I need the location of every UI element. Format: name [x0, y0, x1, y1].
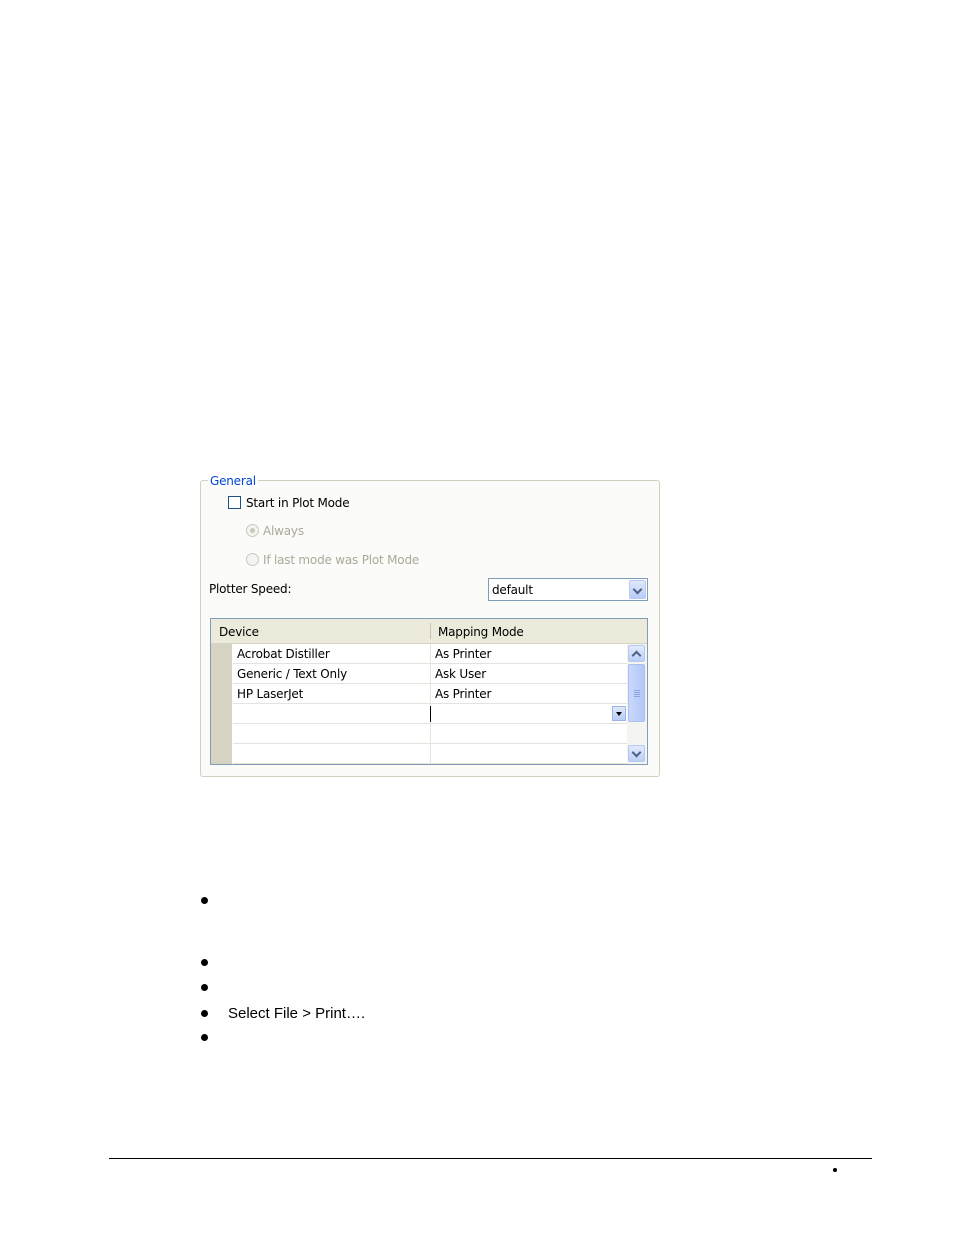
if-last-mode-label: If last mode was Plot Mode [263, 553, 420, 567]
cell-divider [430, 684, 431, 704]
table-row[interactable] [233, 704, 627, 724]
footer-dot [833, 1168, 837, 1172]
grip-line [634, 692, 640, 693]
device-cell[interactable]: HP LaserJet [237, 687, 303, 701]
vertical-scrollbar[interactable] [627, 644, 647, 764]
bullet-marker [201, 959, 208, 966]
general-group-legend: General [208, 474, 258, 488]
table-row[interactable] [233, 724, 627, 744]
bullet-text-select-print: Select File > Print…. [228, 1005, 366, 1022]
cell-divider [430, 664, 431, 684]
table-row[interactable] [233, 744, 627, 764]
mapping-mode-cell[interactable]: Ask User [435, 667, 486, 681]
chevron-down-icon [631, 747, 642, 758]
scroll-down-button[interactable] [628, 745, 645, 762]
bullet-marker [201, 1034, 208, 1041]
grid-header: Device Mapping Mode [211, 619, 647, 644]
if-last-mode-radio[interactable] [246, 553, 259, 566]
device-cell[interactable]: Generic / Text Only [237, 667, 347, 681]
plotter-speed-select[interactable]: default [488, 578, 648, 601]
plotter-speed-label: Plotter Speed: [209, 582, 292, 596]
scroll-thumb[interactable] [628, 664, 645, 722]
cell-divider [430, 644, 431, 664]
column-header-device[interactable]: Device [219, 625, 259, 639]
mapping-mode-dropdown-button[interactable] [612, 706, 626, 721]
grip-line [634, 696, 640, 697]
row-header-column [211, 644, 232, 764]
bullet-marker [201, 1010, 208, 1017]
column-header-mapping-mode[interactable]: Mapping Mode [438, 625, 524, 639]
grip-line [634, 690, 640, 691]
device-cell[interactable]: Acrobat Distiller [237, 647, 330, 661]
bullet-marker [201, 897, 208, 904]
cell-divider [430, 724, 431, 744]
grip-line [634, 694, 640, 695]
dropdown-button[interactable] [629, 580, 646, 599]
start-plot-mode-checkbox[interactable] [228, 496, 241, 509]
always-label: Always [263, 524, 304, 538]
start-plot-mode-label[interactable]: Start in Plot Mode [246, 496, 350, 510]
chevron-down-icon [632, 584, 643, 595]
footer-rule [109, 1158, 872, 1159]
mapping-mode-cell[interactable]: As Printer [435, 647, 491, 661]
radio-selected-dot [250, 528, 255, 533]
column-separator[interactable] [430, 623, 431, 639]
text-caret [430, 706, 431, 722]
triangle-down-icon [616, 712, 622, 716]
table-row[interactable]: Acrobat Distiller As Printer [233, 644, 627, 664]
mapping-mode-cell[interactable]: As Printer [435, 687, 491, 701]
cell-divider [430, 744, 431, 764]
chevron-up-icon [631, 650, 642, 661]
device-mapping-grid: Device Mapping Mode Acrobat Distiller As… [210, 618, 648, 765]
scroll-up-button[interactable] [628, 645, 645, 662]
plotter-speed-value: default [492, 583, 533, 597]
table-row[interactable]: Generic / Text Only Ask User [233, 664, 627, 684]
bullet-marker [201, 984, 208, 991]
always-radio[interactable] [246, 524, 259, 537]
table-row[interactable]: HP LaserJet As Printer [233, 684, 627, 704]
